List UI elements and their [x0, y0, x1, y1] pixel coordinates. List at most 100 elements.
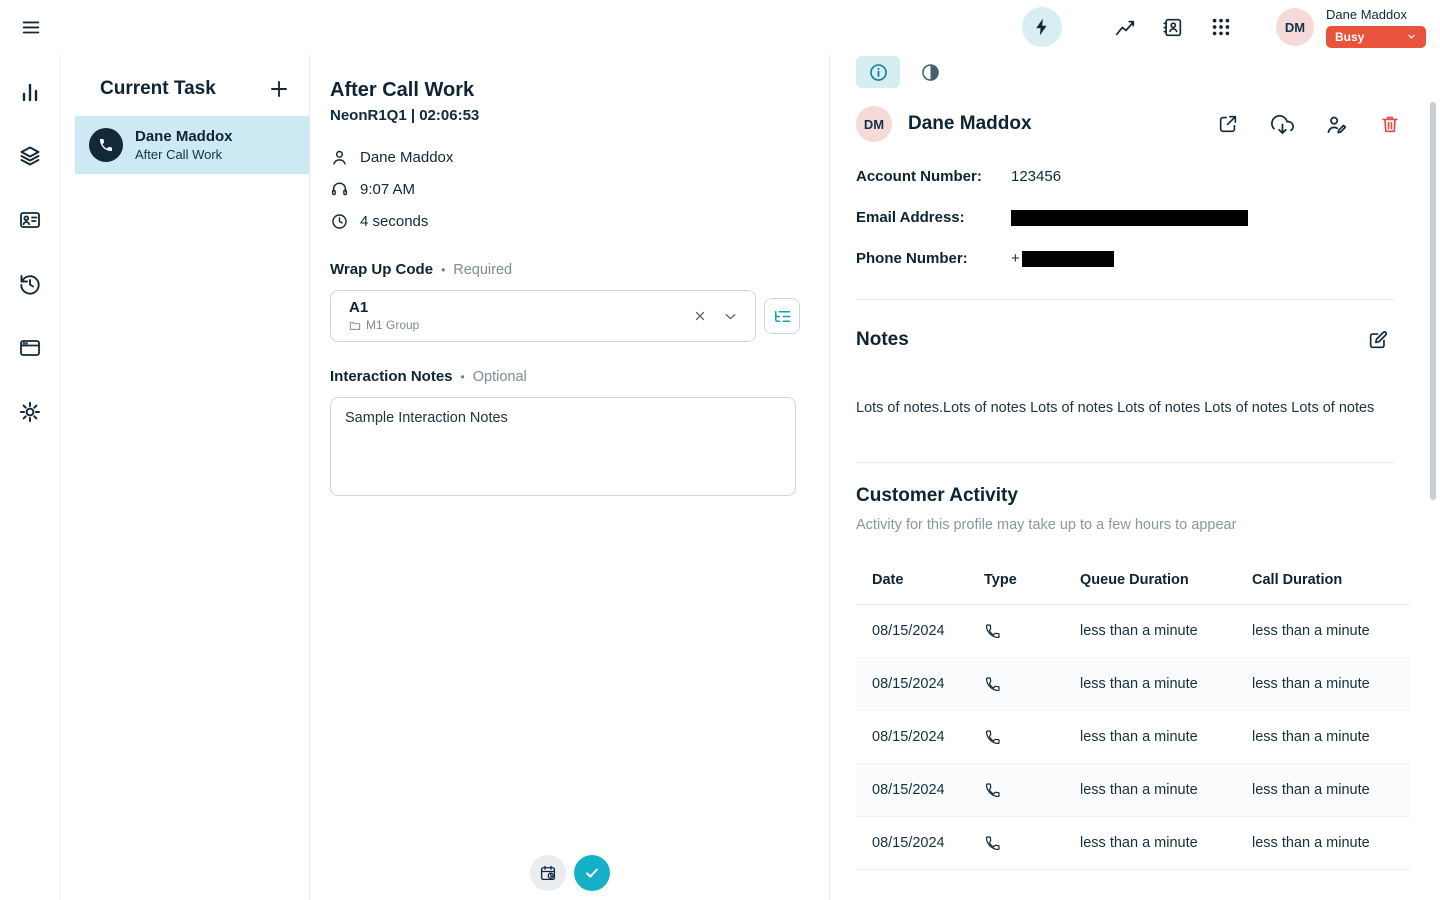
task-contact-name: Dane Maddox	[135, 127, 233, 146]
redacted-email-value	[1011, 210, 1248, 226]
activity-table: Date Type Queue Duration Call Duration 0…	[856, 555, 1410, 870]
chevron-down-icon	[1406, 31, 1417, 42]
trash-icon[interactable]	[1376, 110, 1404, 138]
clock-icon	[330, 212, 349, 231]
cell-queue-duration: less than a minute	[1080, 835, 1252, 851]
col-type: Type	[984, 572, 1080, 588]
contact-fields: Account Number: 123456 Email Address: Ph…	[856, 156, 1440, 279]
tab-info[interactable]	[856, 56, 900, 88]
task-list-item[interactable]: Dane Maddox After Call Work	[75, 116, 309, 174]
field-account-number: Account Number: 123456	[856, 156, 1440, 197]
contact-avatar: DM	[856, 106, 892, 142]
user-edit-icon[interactable]	[1322, 110, 1350, 138]
bar-chart-icon[interactable]	[16, 78, 44, 106]
open-external-icon[interactable]	[1214, 110, 1242, 138]
cell-queue-duration: less than a minute	[1080, 623, 1252, 639]
cell-date: 08/15/2024	[872, 782, 984, 798]
status-label: Busy	[1335, 30, 1364, 44]
edit-notes-icon[interactable]	[1364, 326, 1392, 354]
current-task-title: Current Task	[100, 78, 216, 100]
acw-contact-name: Dane Maddox	[360, 149, 453, 166]
table-header-row: Date Type Queue Duration Call Duration	[856, 555, 1410, 605]
table-row[interactable]: 08/15/2024 less than a minute less than …	[856, 711, 1410, 764]
phone-icon	[89, 128, 123, 162]
address-book-icon[interactable]	[1156, 10, 1190, 44]
notes-title: Notes	[856, 329, 909, 351]
table-row[interactable]: 08/15/2024 less than a minute less than …	[856, 817, 1410, 870]
wrapup-group-label: M1 Group	[366, 319, 419, 332]
history-icon[interactable]	[16, 270, 44, 298]
left-nav-rail	[0, 54, 60, 900]
field-value: 123456	[1011, 168, 1061, 185]
col-queue-duration: Queue Duration	[1080, 572, 1252, 588]
cell-call-duration: less than a minute	[1252, 782, 1410, 798]
cell-call-duration: less than a minute	[1252, 835, 1410, 851]
schedule-callback-icon[interactable]	[530, 855, 566, 891]
phone-icon	[984, 623, 1080, 640]
cloud-download-icon[interactable]	[1268, 110, 1296, 138]
redacted-phone-value	[1022, 251, 1114, 267]
cell-date: 08/15/2024	[872, 729, 984, 745]
interaction-notes-label: Interaction Notes	[330, 368, 453, 385]
current-task-panel: Current Task Dane Maddox After Call Work	[60, 54, 310, 900]
tab-contrast[interactable]	[908, 56, 952, 88]
lightning-icon[interactable]	[1022, 7, 1062, 47]
interaction-notes-input[interactable]: Sample Interaction Notes	[330, 397, 796, 496]
clear-selection-icon[interactable]	[685, 301, 715, 331]
phone-icon	[984, 782, 1080, 799]
wrapup-code-select[interactable]: A1 M1 Group	[330, 290, 756, 342]
contrast-icon	[920, 62, 941, 83]
field-label: Phone Number:	[856, 250, 1011, 267]
layers-icon[interactable]	[16, 142, 44, 170]
task-state: After Call Work	[135, 146, 233, 163]
analytics-icon[interactable]	[1108, 10, 1142, 44]
col-date: Date	[872, 572, 984, 588]
acw-start-time: 9:07 AM	[360, 181, 415, 198]
acw-queue-timer: NeonR1Q1 | 02:06:53	[330, 107, 805, 125]
scrollbar-thumb[interactable]	[1430, 102, 1436, 500]
wrapup-selected-value: A1	[349, 300, 685, 316]
field-label: Account Number:	[856, 168, 1011, 185]
topbar: DM Dane Maddox Busy	[0, 0, 1440, 54]
cell-date: 08/15/2024	[872, 676, 984, 692]
gear-icon[interactable]	[16, 398, 44, 426]
wrapup-requirement: Required	[453, 262, 512, 278]
table-row[interactable]: 08/15/2024 less than a minute less than …	[856, 764, 1410, 817]
bullet: •	[461, 370, 465, 384]
headset-icon	[330, 180, 349, 199]
add-task-icon[interactable]	[267, 76, 293, 102]
phone-icon	[984, 676, 1080, 693]
acw-title: After Call Work	[330, 77, 805, 103]
cell-queue-duration: less than a minute	[1080, 729, 1252, 745]
chevron-down-icon[interactable]	[715, 301, 745, 331]
customer-activity-hint: Activity for this profile may take up to…	[856, 517, 1440, 533]
field-value: +	[1011, 250, 1020, 267]
contact-name: Dane Maddox	[908, 113, 1032, 135]
table-row[interactable]: 08/15/2024 less than a minute less than …	[856, 658, 1410, 711]
status-dropdown[interactable]: Busy	[1326, 26, 1426, 48]
detail-tabs	[856, 56, 1440, 88]
cell-date: 08/15/2024	[872, 623, 984, 639]
cell-queue-duration: less than a minute	[1080, 676, 1252, 692]
wrapup-tree-view-icon[interactable]	[764, 298, 800, 334]
wrapup-label: Wrap Up Code	[330, 261, 433, 278]
apps-grid-icon[interactable]	[1204, 10, 1238, 44]
complete-task-icon[interactable]	[574, 855, 610, 891]
menu-icon[interactable]	[14, 10, 48, 44]
person-icon	[330, 148, 349, 167]
avatar[interactable]: DM	[1276, 8, 1314, 46]
cell-date: 08/15/2024	[872, 835, 984, 851]
field-label: Email Address:	[856, 209, 1011, 226]
id-card-icon[interactable]	[16, 206, 44, 234]
field-email: Email Address:	[856, 197, 1440, 238]
section-divider	[856, 462, 1394, 463]
notes-text: Lots of notes.Lots of notes Lots of note…	[856, 398, 1440, 418]
bullet: •	[441, 263, 445, 277]
cell-call-duration: less than a minute	[1252, 623, 1410, 639]
table-row[interactable]: 08/15/2024 less than a minute less than …	[856, 605, 1410, 658]
cell-queue-duration: less than a minute	[1080, 782, 1252, 798]
field-phone: Phone Number: +	[856, 238, 1440, 279]
info-icon	[868, 62, 889, 83]
folder-icon	[349, 320, 361, 332]
browser-window-icon[interactable]	[16, 334, 44, 362]
